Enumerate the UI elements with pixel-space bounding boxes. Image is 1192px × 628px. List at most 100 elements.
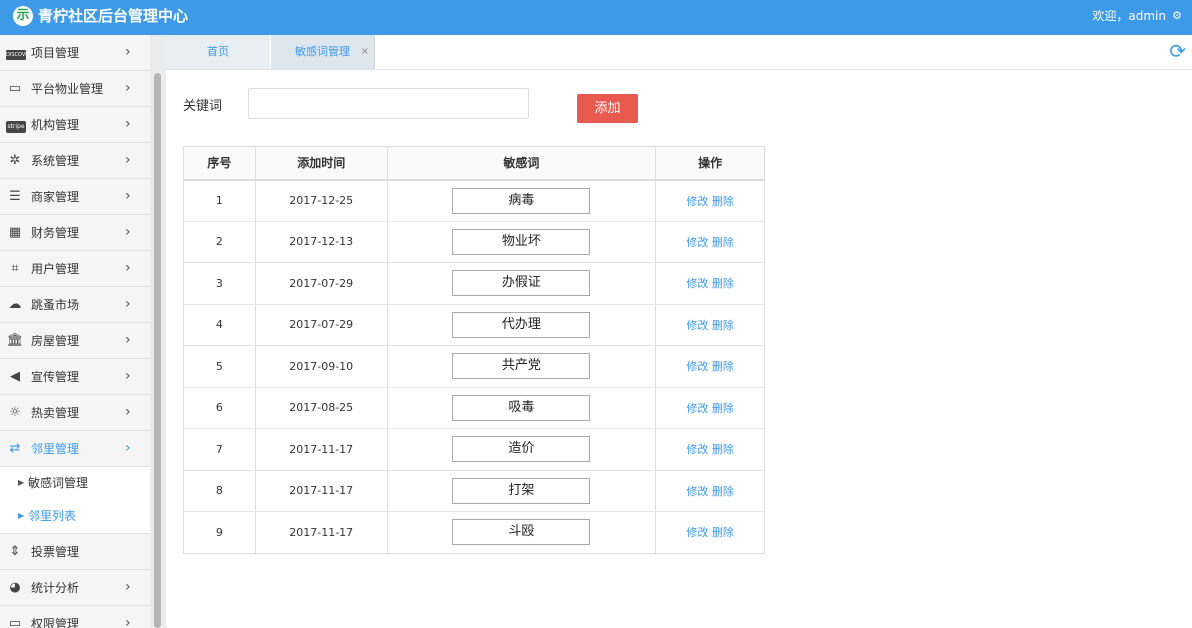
word-value-box: 共产党	[452, 353, 591, 380]
submenu-item-sensitive-words[interactable]: ▶ 敏感词管理	[0, 467, 150, 500]
edit-link[interactable]: 修改	[686, 443, 708, 456]
delete-link[interactable]: 删除	[712, 443, 734, 456]
keyword-input[interactable]	[248, 88, 529, 119]
pie-chart-icon: ◕	[9, 580, 21, 595]
sidebar-item-statistics[interactable]: ◕ 统计分析 ›	[0, 570, 150, 606]
table-row: 5 2017-09-10 共产党 修改 删除	[183, 345, 765, 388]
delete-link[interactable]: 删除	[712, 319, 734, 332]
cell-word: 物业坏	[386, 221, 657, 263]
chevron-right-icon: ›	[125, 368, 131, 384]
tab-label: 敏感词管理	[295, 45, 350, 58]
submenu-item-neighbor-list[interactable]: ▶ 邻里列表	[0, 500, 150, 533]
chevron-right-icon: ›	[125, 188, 131, 204]
sidebar-item-merchant[interactable]: ☰ 商家管理 ›	[0, 179, 150, 215]
sidebar-item-flea-market[interactable]: ☁ 跳蚤市场 ›	[0, 287, 150, 323]
word-value-box: 打架	[452, 477, 591, 504]
cell-no: 6	[183, 387, 256, 429]
sidebar-item-projects[interactable]: DISCOVER 项目管理 ›	[0, 35, 150, 71]
sidebar-item-organization[interactable]: stripe 机构管理 ›	[0, 107, 150, 143]
delete-link[interactable]: 删除	[712, 195, 734, 208]
edit-link[interactable]: 修改	[686, 485, 708, 498]
gear-icon[interactable]: ⚙	[1172, 8, 1182, 24]
add-button[interactable]: 添加	[577, 94, 638, 123]
cell-no: 5	[183, 345, 256, 388]
chevron-right-icon: ›	[125, 44, 131, 60]
cell-date: 2017-11-17	[254, 470, 388, 512]
cell-no: 7	[183, 428, 256, 471]
caret-right-icon: ▶	[18, 511, 25, 520]
logo: 示	[13, 6, 33, 26]
cell-word: 代办理	[386, 304, 657, 346]
yelp-icon: ✲	[9, 153, 21, 168]
delete-link[interactable]: 删除	[712, 402, 734, 415]
cell-date: 2017-12-25	[254, 179, 388, 222]
edit-link[interactable]: 修改	[686, 277, 708, 290]
sidebar-item-permissions[interactable]: ▭ 权限管理 ›	[0, 606, 150, 628]
table-row: 3 2017-07-29 办假证 修改 删除	[183, 262, 765, 305]
volume-icon: ◀	[10, 369, 20, 384]
app-title: 青柠社区后台管理中心	[38, 7, 189, 25]
edit-link[interactable]: 修改	[686, 236, 708, 249]
sidebar-item-label: 投票管理	[31, 545, 80, 559]
chevron-right-icon: ›	[125, 332, 131, 348]
delete-link[interactable]: 删除	[712, 277, 734, 290]
welcome-user[interactable]: 欢迎，admin	[1092, 8, 1166, 24]
chevron-right-icon: ›	[125, 152, 131, 168]
sidebar-scrollbar[interactable]	[150, 35, 166, 628]
table-row: 6 2017-08-25 吸毒 修改 删除	[183, 387, 765, 429]
delete-link[interactable]: 删除	[712, 526, 734, 539]
delete-link[interactable]: 删除	[712, 360, 734, 373]
table-row: 1 2017-12-25 病毒 修改 删除	[183, 179, 765, 222]
delete-link[interactable]: 删除	[712, 485, 734, 498]
cell-actions: 修改 删除	[655, 428, 765, 471]
cell-date: 2017-12-13	[254, 221, 388, 263]
chevron-right-icon: ›	[125, 440, 131, 456]
edit-link[interactable]: 修改	[686, 360, 708, 373]
sidebar-item-system[interactable]: ✲ 系统管理 ›	[0, 143, 150, 179]
sidebar-item-hot-sale[interactable]: ☼ 热卖管理 ›	[0, 395, 150, 431]
cell-actions: 修改 删除	[655, 221, 765, 263]
cell-no: 9	[183, 511, 256, 554]
scrollbar-thumb[interactable]	[154, 73, 161, 628]
delete-link[interactable]: 删除	[712, 236, 734, 249]
tab-home[interactable]: 首页	[166, 35, 270, 69]
edit-link[interactable]: 修改	[686, 319, 708, 332]
monitor-icon: ▭	[8, 81, 22, 96]
cell-actions: 修改 删除	[655, 345, 765, 388]
cell-word: 病毒	[386, 179, 657, 222]
table-row: 7 2017-11-17 造价 修改 删除	[183, 428, 765, 471]
bars-icon: ☰	[9, 189, 21, 204]
tab-sensitive-words[interactable]: 敏感词管理 ×	[271, 35, 375, 69]
edit-link[interactable]: 修改	[686, 402, 708, 415]
sidebar-item-users[interactable]: ⌗ 用户管理 ›	[0, 251, 150, 287]
cell-no: 2	[183, 221, 256, 263]
retweet-icon: ⇄	[9, 441, 21, 456]
sidebar-item-property[interactable]: ▭ 平台物业管理 ›	[0, 71, 150, 107]
sensitive-words-table: 序号 添加时间 敏感词 操作 1 2017-12-25 病毒 修改 删除 2 2017-1…	[183, 146, 765, 554]
edit-link[interactable]: 修改	[686, 526, 708, 539]
cell-date: 2017-07-29	[254, 262, 388, 305]
cell-actions: 修改 删除	[655, 262, 765, 305]
cell-no: 3	[183, 262, 256, 305]
refresh-icon[interactable]: ⟳	[1169, 41, 1186, 61]
cell-word: 吸毒	[386, 387, 657, 429]
column-header-word: 敏感词	[386, 146, 657, 181]
sidebar-item-label: 用户管理	[31, 262, 80, 276]
chevron-right-icon: ›	[125, 615, 131, 628]
chevron-right-icon: ›	[125, 296, 131, 312]
sidebar-item-publicity[interactable]: ◀ 宣传管理 ›	[0, 359, 150, 395]
calculator-icon: ▦	[8, 225, 22, 240]
sidebar-item-neighborhood[interactable]: ⇄ 邻里管理 ›	[0, 431, 150, 467]
sort-icon: ⇕	[9, 544, 21, 559]
column-header-no: 序号	[183, 146, 256, 181]
sidebar-item-finance[interactable]: ▦ 财务管理 ›	[0, 215, 150, 251]
cell-actions: 修改 删除	[655, 179, 765, 222]
sidebar-item-voting[interactable]: ⇕ 投票管理	[0, 534, 150, 570]
cell-date: 2017-09-10	[254, 345, 388, 388]
close-icon[interactable]: ×	[361, 35, 369, 69]
sidebar-item-housing[interactable]: 🏛 房屋管理 ›	[0, 323, 150, 359]
cloud-icon: ☁	[8, 297, 22, 312]
edit-link[interactable]: 修改	[686, 195, 708, 208]
desktop-icon: ▭	[8, 616, 22, 628]
sidebar-item-label: 房屋管理	[31, 334, 80, 348]
